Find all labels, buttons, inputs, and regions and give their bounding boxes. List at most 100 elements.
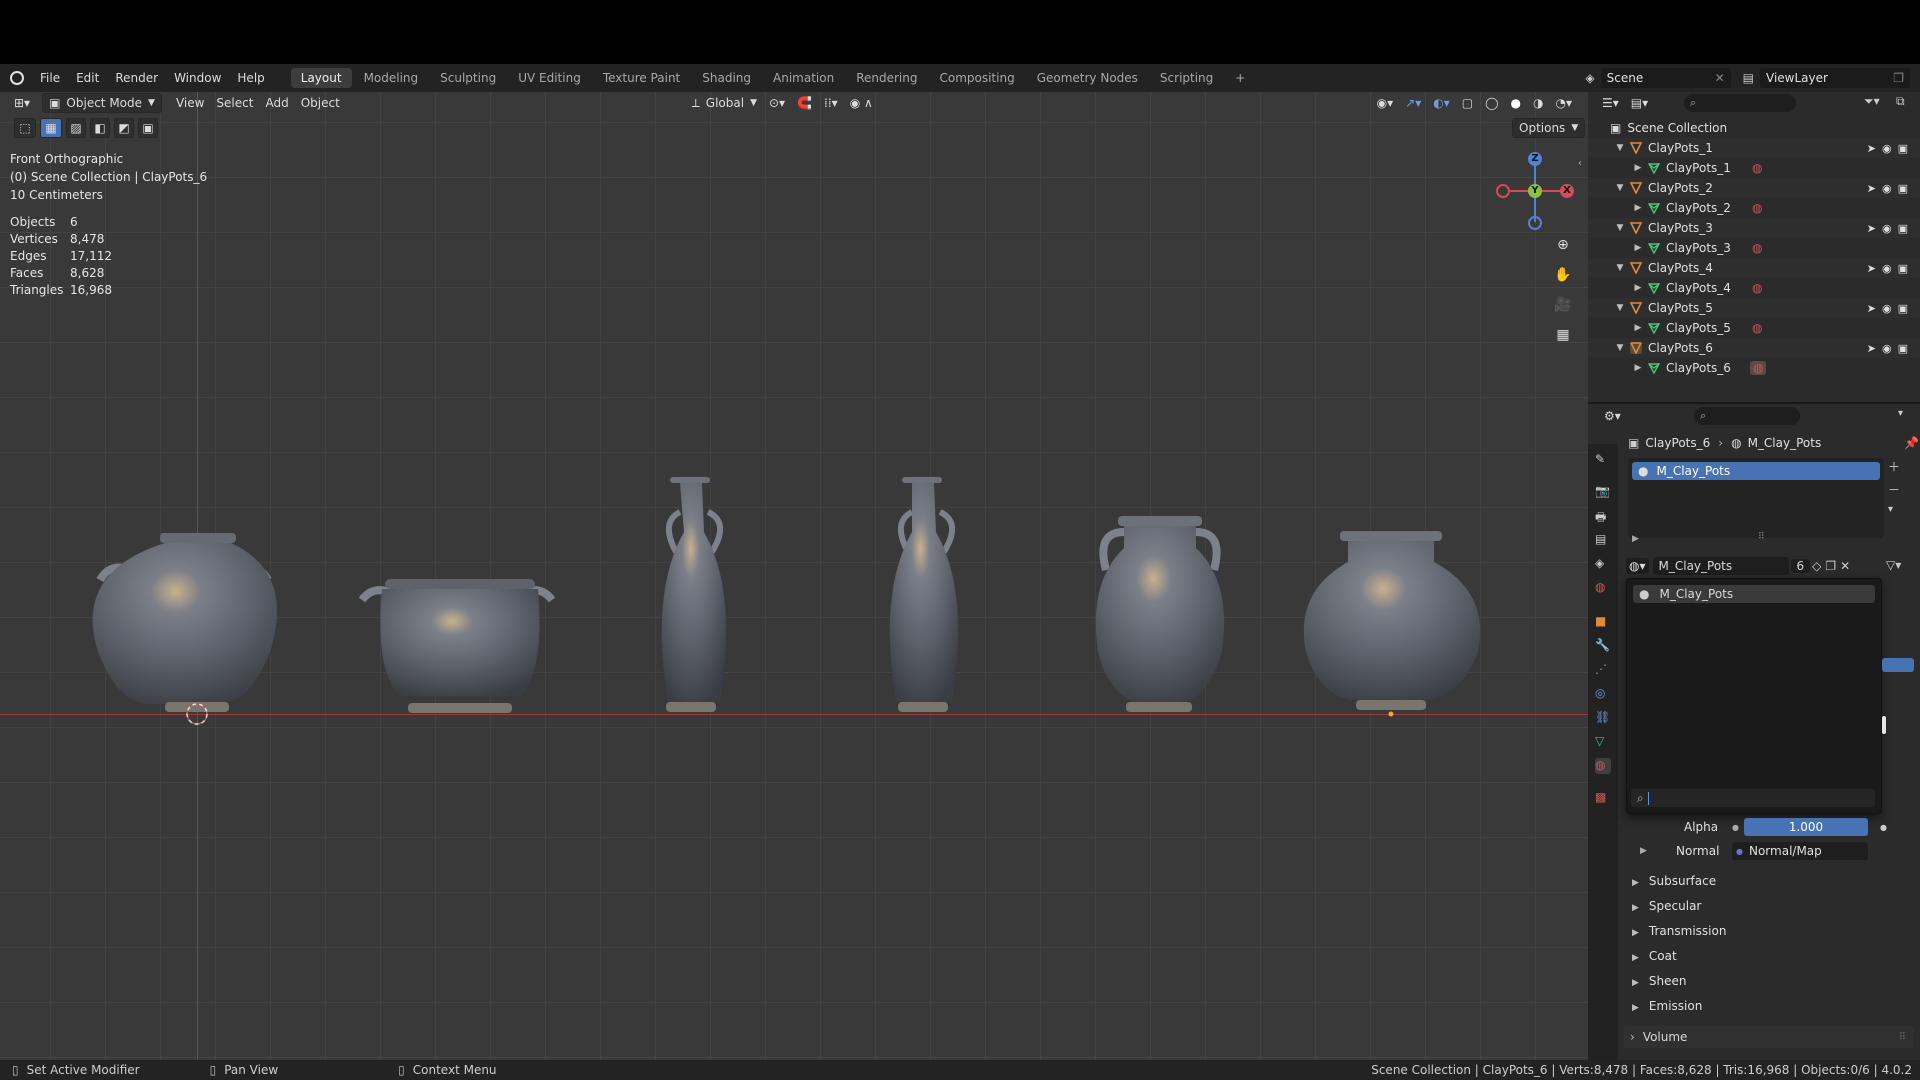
menu-file[interactable]: File — [32, 64, 68, 92]
camera-icon[interactable]: ▣ — [1898, 262, 1908, 275]
select-toggle-icon[interactable]: ➤ — [1867, 262, 1876, 275]
pin-icon[interactable]: ✕ — [1715, 71, 1725, 85]
menu-help[interactable]: Help — [229, 64, 272, 92]
workspace-tab-rendering[interactable]: Rendering — [846, 68, 927, 88]
outliner-editor-icon[interactable]: ☰▾ — [1596, 93, 1625, 113]
eye-icon[interactable]: ◉ — [1882, 342, 1892, 355]
resize-handle-icon[interactable]: ⠿ — [1758, 532, 1765, 542]
clay-pot-4[interactable] — [889, 477, 959, 712]
clay-pot-5[interactable] — [1095, 516, 1225, 712]
eye-icon[interactable]: ◉ — [1882, 262, 1892, 275]
popup-search-input[interactable]: ⌕ — [1631, 789, 1875, 807]
view-layer-icon[interactable]: ▤ — [1743, 71, 1754, 85]
keyframe-dot-icon[interactable]: ● — [1880, 823, 1887, 832]
properties-search-input[interactable]: ⌕ — [1694, 407, 1800, 425]
scene-tab-icon[interactable]: ◈ — [1595, 556, 1611, 572]
expand-arrow-icon[interactable]: ▶ — [1632, 363, 1644, 373]
workspace-tab-scripting[interactable]: Scripting — [1150, 68, 1223, 88]
material-tab-icon[interactable]: ◍ — [1595, 758, 1611, 774]
chevron-down-icon[interactable]: ▾ — [1898, 408, 1903, 419]
add-slot-icon[interactable]: ＋ — [1888, 458, 1900, 475]
camera-icon[interactable]: ▣ — [1898, 142, 1908, 155]
material-icon[interactable]: ◍ — [1752, 201, 1762, 215]
blender-logo-icon[interactable] — [10, 71, 24, 85]
hidden-blue-field[interactable] — [1882, 658, 1914, 672]
select-toggle-icon[interactable]: ➤ — [1867, 182, 1876, 195]
menu-window[interactable]: Window — [166, 64, 229, 92]
clay-pots-scene[interactable] — [0, 92, 1588, 1060]
scene-selector[interactable]: Scene ✕ — [1600, 68, 1731, 88]
outliner-row-object[interactable]: ▼ ClayPots_3 ➤ ◉ ▣ — [1588, 218, 1920, 238]
user-count[interactable]: 6 — [1790, 559, 1811, 573]
outliner-row-scene-collection[interactable]: ▣ Scene Collection — [1588, 118, 1920, 138]
select-toggle-icon[interactable]: ➤ — [1867, 342, 1876, 355]
outliner-row-object[interactable]: ▼ ClayPots_4 ➤ ◉ ▣ — [1588, 258, 1920, 278]
outliner-row-object[interactable]: ▼ ClayPots_5 ➤ ◉ ▣ — [1588, 298, 1920, 318]
camera-icon[interactable]: ▣ — [1898, 222, 1908, 235]
eye-icon[interactable]: ◉ — [1882, 182, 1892, 195]
subpanel-transmission[interactable]: ▶ Transmission — [1632, 924, 1726, 938]
expand-arrow-icon[interactable]: ▶ — [1640, 846, 1647, 856]
eye-icon[interactable]: ◉ — [1882, 142, 1892, 155]
workspace-tab-uv-editing[interactable]: UV Editing — [508, 68, 591, 88]
outliner-row-mesh[interactable]: ▶ ClayPots_1 ◍ — [1588, 158, 1920, 178]
tool-tab-icon[interactable]: ✎ — [1595, 452, 1611, 468]
eye-icon[interactable]: ◉ — [1882, 302, 1892, 315]
menu-render[interactable]: Render — [107, 64, 166, 92]
duplicate-icon[interactable]: ❐ — [1825, 559, 1836, 573]
expand-arrow-icon[interactable]: ▼ — [1614, 343, 1626, 353]
workspace-tab-sculpting[interactable]: Sculpting — [430, 68, 506, 88]
subpanel-emission[interactable]: ▶ Emission — [1632, 999, 1702, 1013]
render-tab-icon[interactable]: 📷 — [1595, 484, 1611, 500]
alpha-slider[interactable]: 1.000 — [1744, 818, 1868, 836]
workspace-tab-layout[interactable]: Layout — [290, 68, 352, 88]
clay-pot-1[interactable] — [92, 533, 278, 712]
slot-menu-icon[interactable]: ▾ — [1888, 504, 1900, 515]
outliner-row-mesh[interactable]: ▶ ClayPots_5 ◍ — [1588, 318, 1920, 338]
workspace-tab-animation[interactable]: Animation — [763, 68, 844, 88]
workspace-tab-texture-paint[interactable]: Texture Paint — [593, 68, 690, 88]
drag-handle-icon[interactable]: ⠿ — [1899, 1032, 1906, 1043]
remove-slot-icon[interactable]: － — [1888, 481, 1900, 498]
scene-selector-icon[interactable]: ◈ — [1585, 71, 1594, 85]
volume-panel-header[interactable]: › Volume ⠿ — [1624, 1026, 1914, 1048]
eye-icon[interactable]: ◉ — [1882, 222, 1892, 235]
material-icon[interactable]: ◍ — [1752, 241, 1762, 255]
outliner-row-mesh[interactable]: ▶ ClayPots_6 ◍ — [1588, 358, 1920, 378]
material-slot-row[interactable]: ● M_Clay_Pots — [1632, 462, 1880, 480]
view-layer-tab-icon[interactable]: ▤ — [1595, 532, 1611, 548]
output-tab-icon[interactable]: 🖶 — [1595, 508, 1611, 524]
expand-arrow-icon[interactable]: ▶ — [1632, 163, 1644, 173]
outliner-row-object[interactable]: ▼ ClayPots_2 ➤ ◉ ▣ — [1588, 178, 1920, 198]
camera-icon[interactable]: ▣ — [1898, 302, 1908, 315]
select-toggle-icon[interactable]: ➤ — [1867, 142, 1876, 155]
subpanel-sheen[interactable]: ▶ Sheen — [1632, 974, 1687, 988]
fake-user-icon[interactable]: ◇ — [1812, 559, 1821, 573]
modifier-tab-icon[interactable]: 🔧 — [1595, 638, 1611, 654]
material-icon[interactable]: ◍ — [1752, 281, 1762, 295]
material-icon[interactable]: ◍ — [1752, 321, 1762, 335]
popup-material-item[interactable]: ● M_Clay_Pots — [1633, 585, 1875, 603]
workspace-tab-modeling[interactable]: Modeling — [354, 68, 429, 88]
clay-pot-6[interactable] — [1303, 531, 1481, 717]
data-tab-icon[interactable]: ▽ — [1595, 734, 1611, 750]
workspace-tab-shading[interactable]: Shading — [692, 68, 761, 88]
material-name-field[interactable]: M_Clay_Pots — [1652, 557, 1789, 575]
workspace-tab-geometry-nodes[interactable]: Geometry Nodes — [1027, 68, 1148, 88]
expand-arrow-icon[interactable]: ▼ — [1614, 223, 1626, 233]
copy-icon[interactable]: ❐ — [1893, 71, 1904, 85]
view-layer-selector[interactable]: ViewLayer ❐ — [1760, 68, 1910, 88]
new-collection-icon[interactable]: ⧉ — [1896, 94, 1905, 109]
expand-arrow-icon[interactable]: ▼ — [1614, 183, 1626, 193]
display-mode-icon[interactable]: ▤▾ — [1625, 93, 1654, 113]
normal-input-field[interactable]: ● Normal/Map — [1732, 842, 1868, 860]
clay-pot-2[interactable] — [358, 579, 556, 713]
menu-edit[interactable]: Edit — [68, 64, 107, 92]
pin-icon[interactable]: 📌 — [1904, 436, 1919, 450]
camera-icon[interactable]: ▣ — [1898, 342, 1908, 355]
outliner-row-object[interactable]: ▼ ClayPots_1 ➤ ◉ ▣ — [1588, 138, 1920, 158]
expand-arrow-icon[interactable]: ▶ — [1632, 243, 1644, 253]
physics-tab-icon[interactable]: ◎ — [1595, 686, 1611, 702]
expand-arrow-icon[interactable]: ▶ — [1632, 323, 1644, 333]
workspace-tab-compositing[interactable]: Compositing — [929, 68, 1024, 88]
